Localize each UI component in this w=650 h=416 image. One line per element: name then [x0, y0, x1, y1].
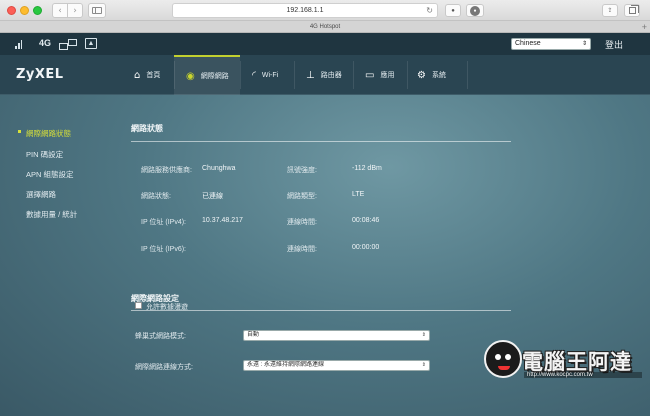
- section-divider: [131, 141, 511, 142]
- status-section-title: 網路狀態: [131, 124, 163, 133]
- browser-toolbar: back-icon‹ forward-icon› 192.168.1.1 ↻ ●…: [0, 0, 650, 21]
- active-bullet-icon: [18, 130, 21, 133]
- home-icon: ⌂: [134, 69, 141, 81]
- nav-internet-label: 網際網路: [200, 73, 229, 80]
- nav-apps[interactable]: ▭ 應用: [353, 55, 407, 95]
- share-icon: ⇪: [607, 8, 613, 14]
- sim-user-icon: ▲: [85, 38, 97, 49]
- zyxel-logo: ZyXEL: [16, 67, 64, 82]
- connect-method-select[interactable]: 永遠 : 永遠維持網際網路連線 ⇕: [243, 360, 430, 371]
- extension-button[interactable]: ●: [445, 4, 461, 17]
- tabs-icon: [628, 5, 639, 14]
- sidebar-item-network-select[interactable]: 選擇網路: [26, 189, 56, 200]
- language-select[interactable]: Chinese ⇕: [511, 38, 591, 50]
- nav-router[interactable]: ⊥ 路由器: [294, 55, 353, 95]
- value-ipv4: 10.37.48.217: [202, 217, 243, 224]
- select-caret-icon: ⇕: [581, 40, 587, 47]
- label-network-type: 網路類型:: [287, 193, 317, 200]
- globe-icon: ◉: [186, 70, 195, 82]
- nav-wifi[interactable]: ◜ Wi-Fi: [240, 55, 294, 95]
- tab-strip: 4G Hotspot +: [0, 21, 650, 33]
- select-caret-icon: ⇕: [421, 362, 426, 368]
- close-window-button[interactable]: [7, 6, 16, 15]
- value-network-status: 已連線: [202, 193, 223, 200]
- sidebar-item-apn[interactable]: APN 組態設定: [26, 169, 74, 180]
- nav-apps-label: 應用: [380, 72, 395, 79]
- label-connect-time-ipv6: 連線時間:: [287, 246, 317, 253]
- signal-icon: [15, 40, 25, 49]
- watermark-mascot-icon: [484, 340, 522, 378]
- select-caret-icon: ⇕: [421, 332, 426, 338]
- language-value: Chinese: [515, 40, 541, 47]
- label-network-status: 網路狀態:: [141, 193, 171, 200]
- link-icon: ●: [451, 7, 455, 14]
- cellular-mode-value: 自動: [247, 332, 260, 338]
- nav-wifi-label: Wi-Fi: [261, 71, 279, 79]
- router-page: 4G ▲ Chinese ⇕ 登出 ZyXEL ⌂ 首頁 ◉ 網際網路 ◜ Wi…: [0, 33, 650, 416]
- nav-router-label: 路由器: [320, 72, 342, 79]
- share-button[interactable]: ⇪: [602, 4, 618, 17]
- roaming-checkbox[interactable]: [135, 302, 142, 309]
- sidebar-item-data-usage[interactable]: 數據用量 / 統計: [26, 209, 77, 220]
- nav-system-label: 系統: [431, 72, 446, 79]
- value-provider: Chunghwa: [202, 165, 236, 172]
- nav-home[interactable]: ⌂ 首頁: [120, 55, 174, 95]
- zoom-window-button[interactable]: [33, 6, 42, 15]
- sidebar-item-internet-status[interactable]: 網際網路狀態: [26, 128, 71, 139]
- address-bar[interactable]: 192.168.1.1 ↻: [172, 3, 438, 18]
- connect-method-label: 網際網路連線方式:: [135, 364, 193, 371]
- network-type: 4G: [39, 38, 52, 48]
- label-ipv6: IP 位址 (IPv6):: [141, 246, 186, 253]
- value-connect-time-ipv4: 00:08:46: [352, 217, 380, 224]
- logout-button[interactable]: 登出: [605, 38, 623, 51]
- roaming-label[interactable]: 允許數據漫遊: [146, 302, 188, 312]
- nav-internet[interactable]: ◉ 網際網路: [174, 55, 240, 95]
- label-signal: 訊號強度:: [287, 167, 317, 174]
- value-connect-time-ipv6: 00:00:00: [352, 244, 380, 251]
- back-button[interactable]: back-icon‹: [52, 3, 68, 18]
- sidebar-button[interactable]: [88, 3, 106, 18]
- section-divider: [131, 310, 511, 311]
- network-icon: [59, 39, 77, 50]
- connect-method-value: 永遠 : 永遠維持網際網路連線: [247, 362, 325, 368]
- value-signal: -112 dBm: [352, 165, 382, 172]
- gear-icon: ⚙: [417, 69, 426, 81]
- forward-button[interactable]: forward-icon›: [67, 3, 83, 18]
- watermark-url: http://www.kocpc.com.tw: [524, 372, 642, 378]
- tab-title[interactable]: 4G Hotspot: [310, 24, 340, 30]
- cellular-mode-select[interactable]: 自動 ⇕: [243, 330, 430, 341]
- show-tabs-button[interactable]: [624, 4, 640, 17]
- main-header: ZyXEL ⌂ 首頁 ◉ 網際網路 ◜ Wi-Fi ⊥ 路由器 ▭ 應用 ⚙ 系…: [0, 55, 650, 95]
- nav-home-label: 首頁: [146, 72, 161, 79]
- reload-icon[interactable]: ↻: [426, 4, 433, 17]
- url-text: 192.168.1.1: [286, 7, 324, 14]
- adblock-button[interactable]: ●: [466, 4, 484, 17]
- router-icon: ⊥: [306, 69, 315, 81]
- sidebar-icon: [92, 7, 102, 14]
- monitor-icon: ▭: [365, 69, 375, 81]
- nav-system[interactable]: ⚙ 系統: [407, 55, 467, 95]
- minimize-window-button[interactable]: [20, 6, 29, 15]
- label-ipv4: IP 位址 (IPv4):: [141, 219, 186, 226]
- label-provider: 網路服務供應商:: [141, 167, 192, 174]
- new-tab-icon[interactable]: +: [642, 21, 647, 33]
- label-connect-time-ipv4: 連線時間:: [287, 219, 317, 226]
- value-network-type: LTE: [352, 191, 365, 198]
- sidebar-item-pin[interactable]: PIN 碼設定: [26, 149, 63, 160]
- mode-label: 蜂巢式網路模式:: [135, 333, 186, 340]
- adblock-icon: ●: [470, 5, 480, 16]
- status-bar: 4G ▲ Chinese ⇕ 登出: [0, 33, 650, 55]
- wifi-icon: ◜: [252, 69, 256, 81]
